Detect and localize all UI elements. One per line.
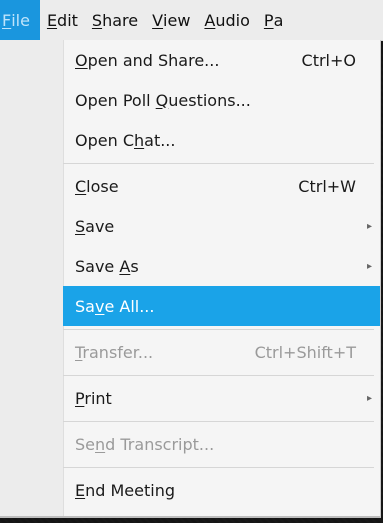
menu-icon-gutter xyxy=(0,40,64,516)
menu-file-rest: ile xyxy=(11,10,30,30)
menu-item-label: End Meeting xyxy=(75,480,175,500)
menu-participant-mnemonic: P xyxy=(263,10,274,30)
menu-item-end-meeting[interactable]: End Meeting xyxy=(63,470,380,510)
submenu-arrow-icon: ▸ xyxy=(366,392,372,404)
menu-item-label: Save All... xyxy=(75,296,155,316)
menu-audio-rest: udio xyxy=(215,10,250,30)
menu-edit[interactable]: Edit xyxy=(40,0,85,40)
menu-item-label: Open Chat... xyxy=(75,130,176,150)
menu-view[interactable]: View xyxy=(145,0,197,40)
menu-item-save-all[interactable]: Save All... xyxy=(63,286,380,326)
menu-share-rest: hare xyxy=(102,10,139,30)
menu-item-open-poll-questions[interactable]: Open Poll Questions... xyxy=(63,80,380,120)
menu-edit-mnemonic: E xyxy=(46,10,58,30)
menu-item-label: Save xyxy=(75,216,115,236)
menu-audio-mnemonic: A xyxy=(204,10,216,30)
menu-item-send-transcript: Send Transcript... xyxy=(63,424,380,464)
submenu-arrow-icon: ▸ xyxy=(366,220,372,232)
menu-file-mnemonic: F xyxy=(2,10,12,30)
menu-share[interactable]: Share xyxy=(85,0,145,40)
menu-separator xyxy=(63,329,374,330)
menu-participant-rest: a xyxy=(273,10,284,30)
menu-item-label: Transfer... xyxy=(75,342,154,362)
menu-edit-rest: dit xyxy=(57,10,78,30)
menu-item-shortcut: Ctrl+W xyxy=(298,176,356,196)
menu-share-mnemonic: S xyxy=(91,10,103,30)
menu-item-transfer: Transfer... Ctrl+Shift+T xyxy=(63,332,380,372)
menu-item-label: Close xyxy=(75,176,119,196)
menu-separator xyxy=(63,421,374,422)
menu-item-open-chat[interactable]: Open Chat... xyxy=(63,120,380,160)
menu-separator xyxy=(63,467,374,468)
menu-audio[interactable]: Audio xyxy=(197,0,256,40)
menu-view-rest: iew xyxy=(163,10,191,30)
menu-separator xyxy=(63,163,374,164)
menu-item-print[interactable]: Print ▸ xyxy=(63,378,380,418)
menu-item-label: Print xyxy=(75,388,112,408)
menu-item-save[interactable]: Save ▸ xyxy=(63,206,380,246)
menu-item-shortcut: Ctrl+Shift+T xyxy=(254,342,356,362)
menu-separator xyxy=(63,375,374,376)
menu-item-label: Save As xyxy=(75,256,139,276)
menu-participant[interactable]: Pa xyxy=(257,0,290,40)
menu-file[interactable]: File xyxy=(0,0,40,40)
file-menu-dropdown: Open and Share... Ctrl+O Open Poll Quest… xyxy=(0,40,381,518)
menu-view-mnemonic: V xyxy=(152,10,164,30)
menu-bar: File Edit Share View Audio Pa xyxy=(0,0,383,41)
menu-item-open-and-share[interactable]: Open and Share... Ctrl+O xyxy=(63,40,380,80)
menu-item-label: Open and Share... xyxy=(75,50,220,70)
menu-item-label: Open Poll Questions... xyxy=(75,90,251,110)
menu-item-shortcut: Ctrl+O xyxy=(301,50,356,70)
submenu-arrow-icon: ▸ xyxy=(366,260,372,272)
menu-item-label: Send Transcript... xyxy=(75,434,215,454)
menu-item-save-as[interactable]: Save As ▸ xyxy=(63,246,380,286)
menu-item-close[interactable]: Close Ctrl+W xyxy=(63,166,380,206)
